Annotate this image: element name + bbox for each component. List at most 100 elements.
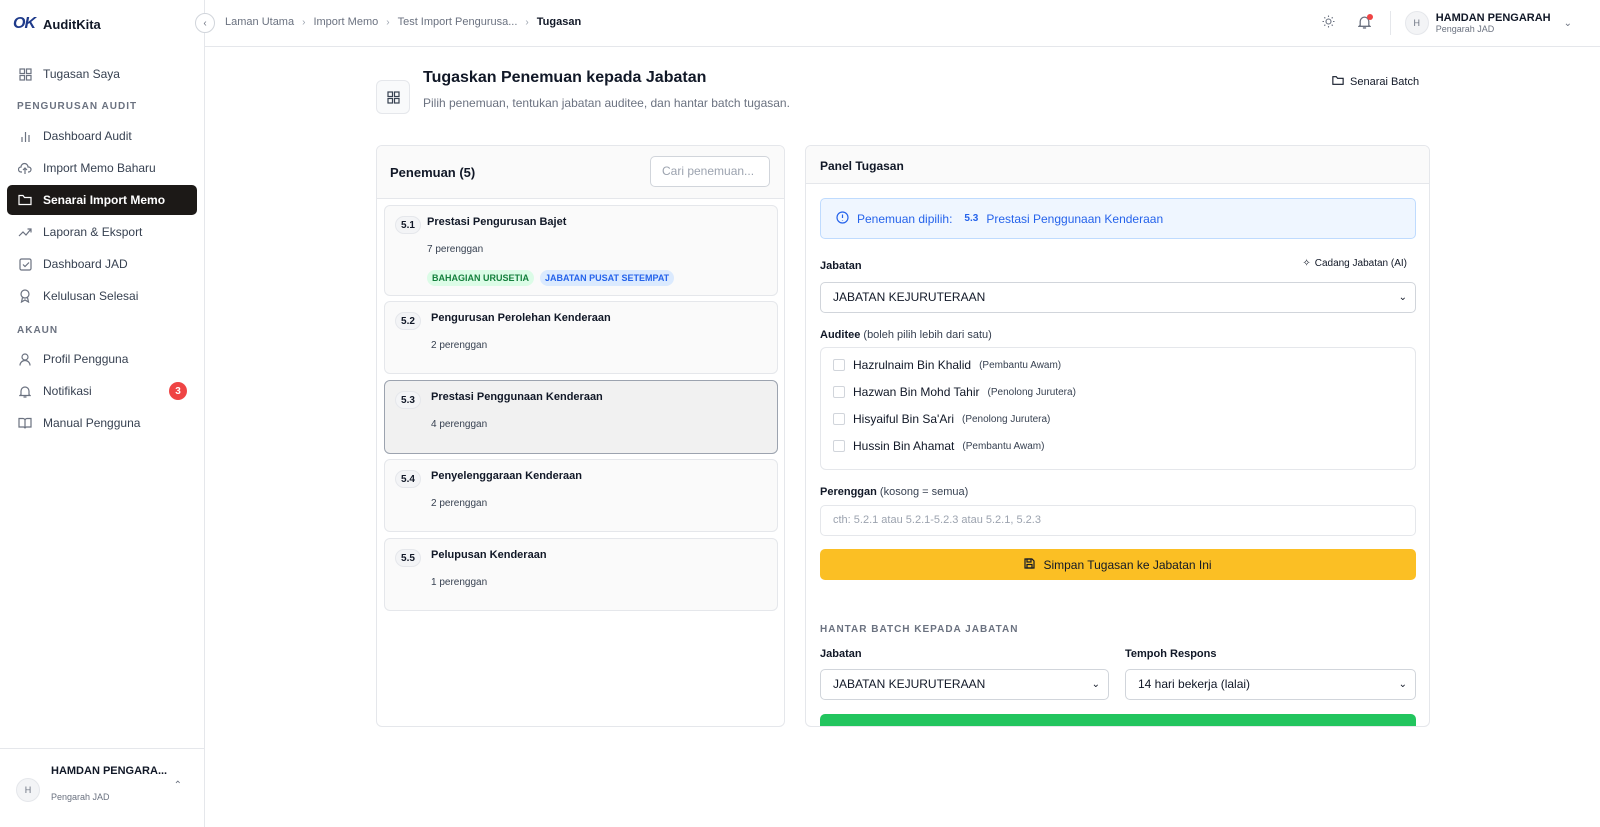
- sidebar-item-label: Dashboard Audit: [43, 129, 132, 143]
- finding-card-5-1[interactable]: 5.1 Prestasi Pengurusan Bajet 7 perengga…: [384, 205, 778, 296]
- bell-icon: [18, 384, 32, 398]
- notification-dot: [1366, 14, 1373, 20]
- sidebar-item-manual-pengguna[interactable]: Manual Pengguna: [7, 408, 197, 438]
- sidebar-item-dashboard-jad[interactable]: Dashboard JAD: [7, 249, 197, 279]
- jabatan-select-value: JABATAN KEJURUTERAAN: [833, 290, 986, 304]
- tempoh-select[interactable]: 14 hari bekerja (lalai) ⌄: [1125, 669, 1416, 700]
- breadcrumb-item-current: Tugasan: [536, 16, 582, 28]
- ai-suggest-label: Cadang Jabatan (AI): [1314, 258, 1407, 269]
- finding-tag: BAHAGIAN URUSETIA: [427, 270, 535, 286]
- sidebar-user-card[interactable]: H HAMDAN PENGARA... Pengarah JAD ⌃: [0, 748, 204, 827]
- auditee-option[interactable]: Hazrulnaim Bin Khalid (Pembantu Awam): [833, 356, 1061, 374]
- save-assignment-label: Simpan Tugasan ke Jabatan Ini: [1043, 557, 1212, 572]
- finding-number: 5.1: [395, 216, 421, 234]
- sidebar-item-import-memo-baharu[interactable]: Import Memo Baharu: [7, 153, 197, 183]
- app-logo[interactable]: OK AuditKita: [13, 14, 101, 34]
- trending-up-icon: [18, 225, 32, 239]
- finding-card-5-5[interactable]: 5.5 Pelupusan Kenderaan 1 perenggan: [384, 538, 778, 611]
- selected-finding-label: Penemuan dipilih:: [857, 211, 953, 226]
- finding-paragraph-count: 2 perenggan: [431, 340, 488, 351]
- assignment-panel-title: Panel Tugasan: [820, 159, 904, 173]
- auditee-option[interactable]: Hisyaiful Bin Sa'Ari (Penolong Jurutera): [833, 410, 1050, 428]
- finding-card-5-3[interactable]: 5.3 Prestasi Penggunaan Kenderaan 4 pere…: [384, 380, 778, 454]
- auditee-checkbox[interactable]: [833, 440, 845, 452]
- perenggan-input[interactable]: cth: 5.2.1 atau 5.2.1-5.2.3 atau 5.2.1, …: [820, 505, 1416, 536]
- chevron-down-icon: ⌄: [1563, 17, 1572, 29]
- sidebar-item-notifikasi[interactable]: Notifikasi 3: [7, 376, 197, 406]
- theme-toggle-button[interactable]: [1318, 12, 1340, 34]
- notification-count-badge: 3: [169, 382, 187, 400]
- auditee-name: Hisyaiful Bin Sa'Ari: [853, 412, 954, 426]
- user-menu[interactable]: H HAMDAN PENGARAH Pengarah JAD ⌄: [1404, 11, 1572, 35]
- senarai-batch-button[interactable]: Senarai Batch: [1332, 75, 1419, 89]
- jabatan-label: Jabatan: [820, 260, 862, 272]
- batch-jabatan-select[interactable]: JABATAN KEJURUTERAAN ⌄: [820, 669, 1109, 700]
- perenggan-label: Perenggan (kosong = semua): [820, 486, 968, 498]
- finding-title: Pelupusan Kenderaan: [431, 549, 547, 561]
- perenggan-label-text: Perenggan: [820, 486, 877, 498]
- sun-icon: [1322, 15, 1335, 31]
- auditee-checkbox[interactable]: [833, 386, 845, 398]
- sidebar-item-profil-pengguna[interactable]: Profil Pengguna: [7, 344, 197, 374]
- user-role: Pengarah JAD: [1435, 24, 1495, 34]
- breadcrumb-item-import-memo[interactable]: Import Memo: [313, 16, 378, 28]
- finding-card-5-4[interactable]: 5.4 Penyelenggaraan Kenderaan 2 perengga…: [384, 459, 778, 532]
- avatar: H: [1404, 11, 1429, 35]
- auditee-checkbox[interactable]: [833, 413, 845, 425]
- breadcrumb-item-laman-utama[interactable]: Laman Utama: [225, 16, 294, 28]
- auditee-role: (Pembantu Awam): [962, 440, 1045, 452]
- auditee-label: Auditee (boleh pilih lebih dari satu): [820, 329, 992, 341]
- auditee-checkbox[interactable]: [833, 359, 845, 371]
- auditee-option[interactable]: Hussin Bin Ahamat (Pembantu Awam): [833, 437, 1044, 455]
- batch-jabatan-value: JABATAN KEJURUTERAAN: [833, 677, 986, 691]
- selected-finding-title: Prestasi Penggunaan Kenderaan: [986, 211, 1164, 226]
- finding-title: Prestasi Penggunaan Kenderaan: [431, 391, 603, 403]
- save-assignment-button[interactable]: Simpan Tugasan ke Jabatan Ini: [820, 549, 1416, 580]
- nav-section-audit: PENGURUSAN AUDIT: [17, 101, 138, 112]
- user-name: HAMDAN PENGARAH: [1435, 12, 1551, 24]
- chevron-right-icon: ›: [302, 16, 306, 28]
- sidebar-collapse-button[interactable]: ‹: [195, 13, 215, 33]
- sidebar-user-role: Pengarah JAD: [51, 792, 110, 802]
- award-icon: [18, 289, 32, 303]
- auditee-role: (Penolong Jurutera): [987, 386, 1076, 398]
- finding-number: 5.2: [395, 312, 421, 330]
- ai-suggest-button[interactable]: ✧ Cadang Jabatan (AI): [1302, 258, 1407, 269]
- sidebar-item-label: Kelulusan Selesai: [43, 289, 139, 303]
- finding-title: Pengurusan Perolehan Kenderaan: [431, 312, 611, 324]
- nav-section-account: AKAUN: [17, 325, 59, 336]
- user-icon: [18, 352, 32, 366]
- finding-number: 5.4: [395, 470, 421, 488]
- folder-icon: [1332, 75, 1344, 89]
- chevron-up-icon[interactable]: ⌃: [174, 780, 182, 791]
- cloud-upload-icon: [18, 161, 32, 175]
- finding-paragraph-count: 1 perenggan: [431, 577, 488, 588]
- sidebar-item-label: Notifikasi: [43, 384, 92, 398]
- perenggan-hint: (kosong = semua): [879, 486, 969, 498]
- logo-mark: OK: [13, 15, 36, 32]
- breadcrumb-item-test-import[interactable]: Test Import Pengurusa...: [398, 16, 518, 28]
- findings-panel: Penemuan (5) Cari penemuan... 5.1 Presta…: [376, 145, 785, 727]
- send-batch-button[interactable]: [820, 714, 1416, 726]
- sidebar-item-tugasan-saya[interactable]: Tugasan Saya: [7, 59, 197, 89]
- sidebar-item-senarai-import-memo[interactable]: Senarai Import Memo: [7, 185, 197, 215]
- selected-finding-number: 5.3: [964, 213, 979, 224]
- findings-search-input[interactable]: Cari penemuan...: [650, 156, 770, 187]
- sidebar-item-kelulusan-selesai[interactable]: Kelulusan Selesai: [7, 281, 197, 311]
- auditee-option[interactable]: Hazwan Bin Mohd Tahir (Penolong Jurutera…: [833, 383, 1076, 401]
- sidebar-item-dashboard-audit[interactable]: Dashboard Audit: [7, 121, 197, 151]
- folder-icon: [18, 193, 32, 207]
- chevron-right-icon: ›: [386, 16, 390, 28]
- finding-card-5-2[interactable]: 5.2 Pengurusan Perolehan Kenderaan 2 per…: [384, 301, 778, 374]
- jabatan-select[interactable]: JABATAN KEJURUTERAAN ⌄: [820, 282, 1416, 313]
- notifications-button[interactable]: [1354, 12, 1376, 34]
- batch-section-title: HANTAR BATCH KEPADA JABATAN: [820, 624, 1019, 635]
- tempoh-value: 14 hari bekerja (lalai): [1138, 677, 1251, 691]
- sidebar-item-label: Import Memo Baharu: [43, 161, 156, 175]
- finding-paragraph-count: 2 perenggan: [431, 498, 488, 509]
- auditee-name: Hazwan Bin Mohd Tahir: [853, 385, 980, 399]
- finding-number: 5.3: [395, 391, 421, 409]
- finding-paragraph-count: 7 perenggan: [427, 244, 484, 255]
- chevron-down-icon: ⌄: [1398, 679, 1407, 690]
- sidebar-item-laporan-eksport[interactable]: Laporan & Eksport: [7, 217, 197, 247]
